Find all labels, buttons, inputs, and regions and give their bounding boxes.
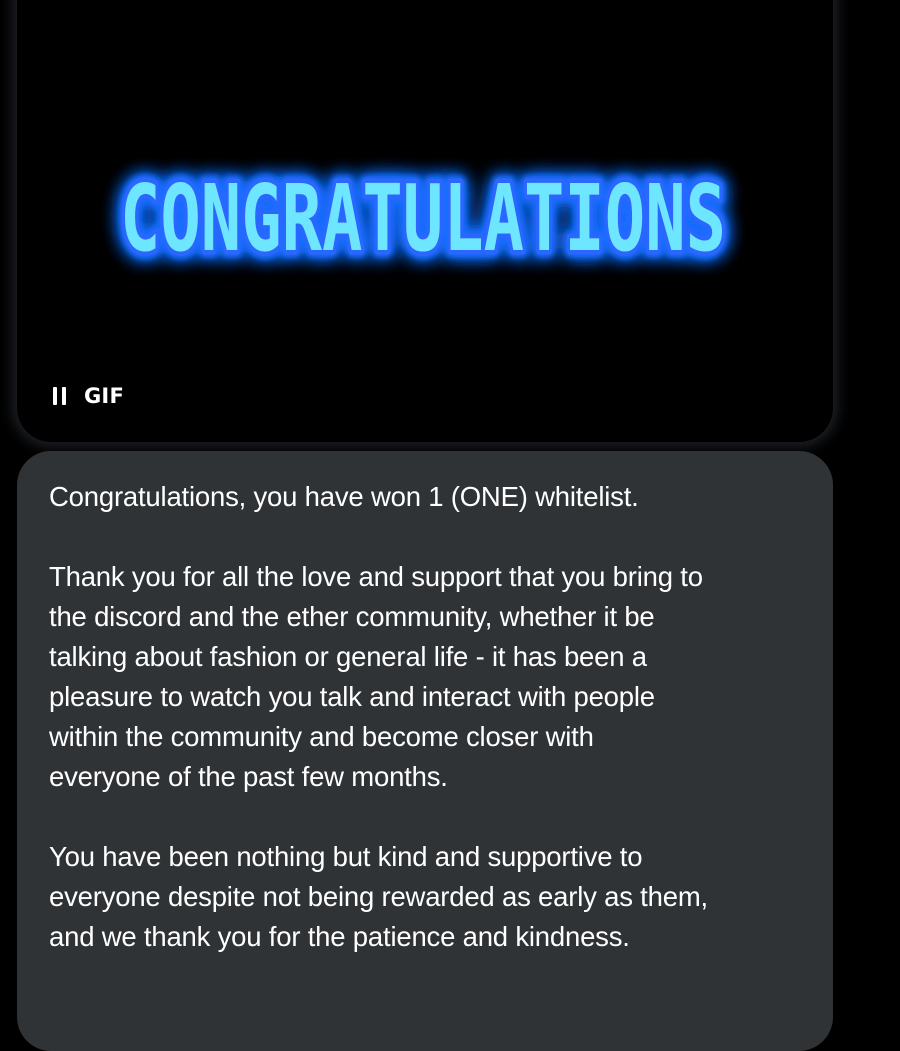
message-line: within the community and become closer w… xyxy=(49,721,594,752)
message-line: Thank you for all the love and support t… xyxy=(49,561,703,592)
message-line: pleasure to watch you talk and interact … xyxy=(49,681,655,712)
message-paragraph-3: You have been nothing but kind and suppo… xyxy=(49,837,801,957)
message-line: everyone of the past few months. xyxy=(49,761,448,792)
pause-icon[interactable] xyxy=(53,387,66,405)
message-paragraph-1: Congratulations, you have won 1 (ONE) wh… xyxy=(49,477,801,517)
gif-text: CONGRATULATIONS xyxy=(120,165,726,272)
message-line: You have been nothing but kind and suppo… xyxy=(49,841,643,872)
congratulations-gif: CONGRATULATIONS CONGRATULATIONS CONGRATU… xyxy=(113,158,733,279)
gif-controls: GIF xyxy=(53,384,124,408)
message-line: the discord and the ether community, whe… xyxy=(49,601,655,632)
message-line: Congratulations, you have won 1 (ONE) wh… xyxy=(49,481,639,512)
message-bubble: Congratulations, you have won 1 (ONE) wh… xyxy=(17,451,833,1051)
message-paragraph-2: Thank you for all the love and support t… xyxy=(49,557,801,797)
message-line: talking about fashion or general life - … xyxy=(49,641,647,672)
gif-media[interactable]: CONGRATULATIONS CONGRATULATIONS CONGRATU… xyxy=(17,0,833,442)
message-line: and we thank you for the patience and ki… xyxy=(49,921,630,952)
gif-badge: GIF xyxy=(84,384,124,408)
message-line: everyone despite not being rewarded as e… xyxy=(49,881,708,912)
